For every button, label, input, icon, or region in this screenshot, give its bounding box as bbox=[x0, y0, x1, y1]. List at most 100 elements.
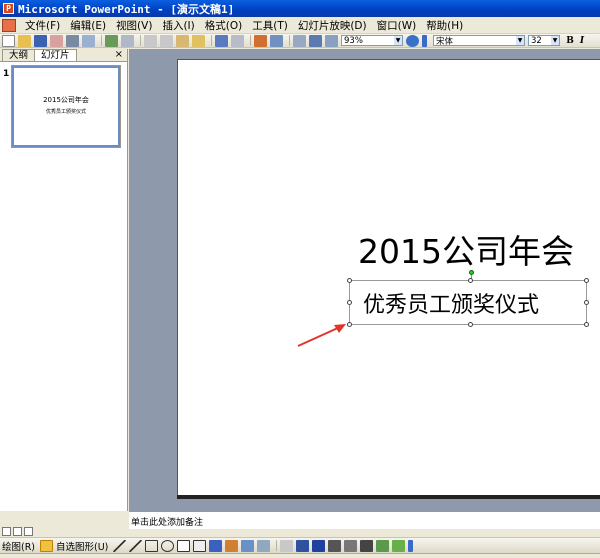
undo-icon[interactable] bbox=[215, 34, 228, 47]
slide-title[interactable]: 2015公司年会 bbox=[358, 225, 574, 273]
menu-insert[interactable]: 插入(I) bbox=[157, 18, 199, 33]
toolbar-separator bbox=[101, 35, 102, 46]
powerpoint-app-icon: P bbox=[3, 3, 14, 14]
annotation-arrow-icon bbox=[297, 324, 346, 347]
open-icon[interactable] bbox=[18, 34, 31, 47]
line-color-icon[interactable] bbox=[296, 539, 310, 552]
resize-handle[interactable] bbox=[584, 300, 589, 305]
slide-sorter-icon[interactable] bbox=[13, 526, 22, 536]
font-size-combo[interactable]: 32 ▼ bbox=[528, 35, 560, 46]
oval-icon[interactable] bbox=[161, 539, 175, 552]
slideshow-view-icon[interactable] bbox=[24, 526, 33, 536]
new-icon[interactable] bbox=[2, 34, 15, 47]
zoom-value: 93% bbox=[344, 35, 363, 46]
font-name-combo[interactable]: 宋体 ▼ bbox=[433, 35, 525, 47]
chevron-down-icon[interactable]: ▼ bbox=[551, 36, 559, 45]
resize-handle[interactable] bbox=[584, 278, 589, 283]
shadow-style-icon[interactable] bbox=[376, 539, 390, 552]
window-titlebar: P Microsoft PowerPoint - [演示文稿1] bbox=[0, 0, 600, 17]
chevron-down-icon[interactable]: ▼ bbox=[394, 36, 402, 45]
slide-canvas[interactable]: 2015公司年会 优秀员工颁奖仪式 bbox=[177, 59, 600, 495]
notes-placeholder[interactable]: 单击此处添加备注 bbox=[131, 518, 203, 528]
bold-button[interactable]: B bbox=[564, 36, 576, 46]
close-icon[interactable]: × bbox=[115, 49, 123, 60]
vertical-textbox-icon[interactable] bbox=[193, 539, 207, 552]
subtitle-text[interactable]: 优秀员工颁奖仪式 bbox=[355, 286, 581, 319]
redo-icon[interactable] bbox=[231, 34, 244, 47]
toolbar-separator bbox=[211, 35, 212, 46]
thumbnail-title: 2015公司年会 bbox=[43, 96, 89, 104]
tab-slides[interactable]: 幻灯片 bbox=[34, 49, 77, 61]
drawing-toolbar: 绘图(R) 自选图形(U) bbox=[0, 537, 600, 553]
chevron-down-icon[interactable]: ▼ bbox=[516, 36, 524, 45]
select-objects-icon[interactable] bbox=[40, 539, 54, 552]
toolbar-separator bbox=[140, 35, 141, 46]
autoshapes-menu[interactable]: 自选图形(U) bbox=[56, 539, 108, 553]
font-color-icon[interactable] bbox=[312, 539, 326, 552]
wordart-icon[interactable] bbox=[209, 539, 223, 552]
status-bar bbox=[0, 553, 600, 558]
toolbar-options-icon[interactable] bbox=[422, 34, 427, 47]
toolbar-separator bbox=[276, 540, 278, 551]
font-name-value: 宋体 bbox=[436, 36, 454, 47]
fill-color-icon[interactable] bbox=[280, 539, 294, 552]
italic-button[interactable]: I bbox=[576, 36, 588, 46]
menu-edit[interactable]: 编辑(E) bbox=[65, 18, 111, 33]
subtitle-placeholder[interactable]: 优秀员工颁奖仪式 bbox=[347, 270, 589, 327]
resize-handle[interactable] bbox=[347, 300, 352, 305]
show-formatting-icon[interactable] bbox=[309, 34, 322, 47]
paste-icon[interactable] bbox=[176, 34, 189, 47]
resize-handle[interactable] bbox=[468, 322, 473, 327]
clipart-icon[interactable] bbox=[241, 539, 255, 552]
resize-handle[interactable] bbox=[347, 278, 352, 283]
line-icon[interactable] bbox=[113, 539, 127, 552]
line-style-icon[interactable] bbox=[328, 539, 342, 552]
picture-icon[interactable] bbox=[257, 539, 271, 552]
slide-editing-area: 2015公司年会 优秀员工颁奖仪式 bbox=[129, 49, 600, 511]
3d-style-icon[interactable] bbox=[392, 539, 406, 552]
arrow-icon[interactable] bbox=[129, 539, 143, 552]
insert-chart-icon[interactable] bbox=[254, 34, 267, 47]
permission-icon[interactable] bbox=[50, 34, 63, 47]
menu-slideshow[interactable]: 幻灯片放映(D) bbox=[293, 18, 372, 33]
print-icon[interactable] bbox=[66, 34, 79, 47]
draw-menu[interactable]: 绘图(R) bbox=[2, 539, 35, 553]
grid-icon[interactable] bbox=[325, 34, 338, 47]
resize-handle[interactable] bbox=[468, 278, 473, 283]
menu-file[interactable]: 文件(F) bbox=[20, 18, 65, 33]
rectangle-icon[interactable] bbox=[145, 539, 159, 552]
expand-all-icon[interactable] bbox=[293, 34, 306, 47]
toolbar-options-icon[interactable] bbox=[408, 539, 414, 552]
normal-view-icon[interactable] bbox=[2, 526, 11, 536]
menu-window[interactable]: 窗口(W) bbox=[372, 18, 422, 33]
insert-table-icon[interactable] bbox=[270, 34, 283, 47]
diagram-icon[interactable] bbox=[225, 539, 239, 552]
rotation-handle[interactable] bbox=[469, 270, 474, 275]
textbox-icon[interactable] bbox=[177, 539, 191, 552]
slides-pane: 大纲 幻灯片 × 1 2015公司年会 优秀员工颁奖仪式 bbox=[0, 49, 128, 511]
zoom-combo[interactable]: 93% ▼ bbox=[341, 35, 403, 46]
thumbnail-subtitle: 优秀员工颁奖仪式 bbox=[45, 109, 86, 115]
view-buttons bbox=[0, 525, 128, 537]
document-icon[interactable] bbox=[2, 18, 16, 32]
cut-icon[interactable] bbox=[144, 34, 157, 47]
menu-help[interactable]: 帮助(H) bbox=[421, 18, 468, 33]
arrow-style-icon[interactable] bbox=[360, 539, 374, 552]
format-painter-icon[interactable] bbox=[192, 34, 205, 47]
notes-pane[interactable]: 单击此处添加备注 bbox=[129, 511, 600, 529]
spelling-icon[interactable] bbox=[105, 34, 118, 47]
save-icon[interactable] bbox=[34, 34, 47, 47]
print-preview-icon[interactable] bbox=[82, 34, 95, 47]
research-icon[interactable] bbox=[121, 34, 134, 47]
slide-thumbnail[interactable]: 2015公司年会 优秀员工颁奖仪式 bbox=[11, 65, 121, 148]
help-icon[interactable] bbox=[406, 34, 419, 47]
resize-handle[interactable] bbox=[584, 322, 589, 327]
dash-style-icon[interactable] bbox=[344, 539, 358, 552]
toolbar-separator bbox=[250, 35, 251, 46]
window-title: Microsoft PowerPoint - [演示文稿1] bbox=[18, 2, 235, 16]
menu-tools[interactable]: 工具(T) bbox=[247, 18, 293, 33]
tab-outline[interactable]: 大纲 bbox=[2, 49, 36, 61]
copy-icon[interactable] bbox=[160, 34, 173, 47]
menu-view[interactable]: 视图(V) bbox=[111, 18, 157, 33]
menu-format[interactable]: 格式(O) bbox=[200, 18, 247, 33]
